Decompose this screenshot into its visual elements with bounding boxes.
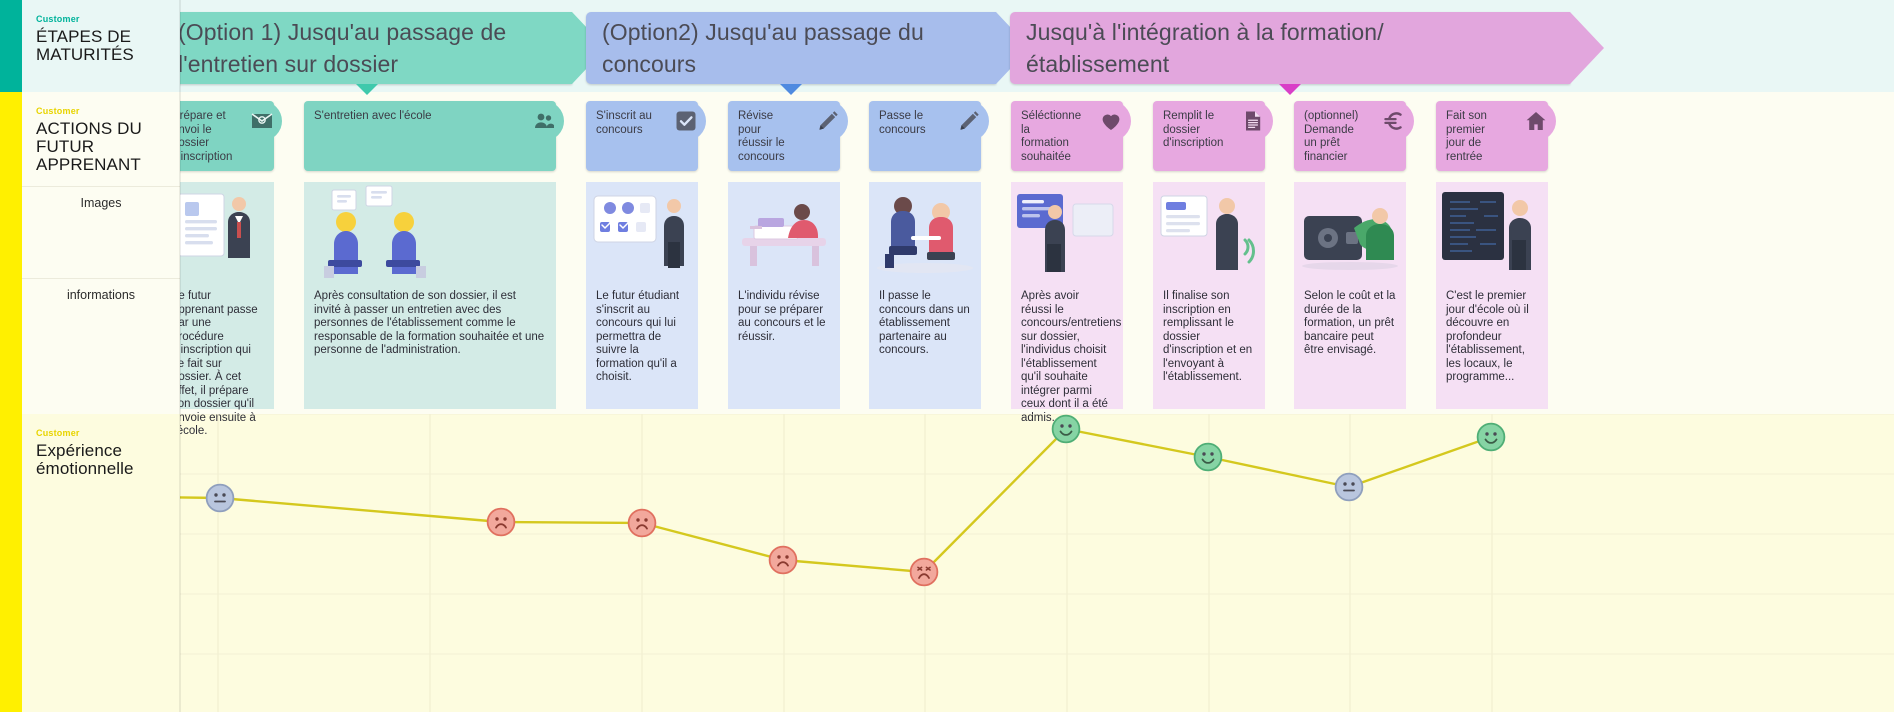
lane-body: Customer ÉTAPES DE MATURITÉS [22, 0, 180, 92]
emotion-point-4-sad[interactable] [768, 545, 798, 575]
info-block-7[interactable]: Il finalise son inscription en remplissa… [1153, 278, 1265, 409]
sidebar-divider [22, 278, 180, 279]
action-card-label: Séléctionne la formation souhaitée [1021, 110, 1082, 163]
emotion-curve-svg [148, 413, 1894, 712]
emotion-point-8-neutral[interactable] [1334, 472, 1364, 502]
info-text: Selon le coût et la durée de la formatio… [1304, 290, 1396, 356]
email-icon[interactable] [242, 101, 282, 141]
action-card-label: (optionnel) Demande un prêt financier [1304, 110, 1359, 163]
info-block-2[interactable]: Après consultation de son dossier, il es… [304, 278, 556, 409]
action-card-label: Remplit le dossier d'inscription [1163, 110, 1224, 149]
info-text: Il finalise son inscription en remplissa… [1163, 290, 1253, 383]
emotion-point-6-happy[interactable] [1051, 414, 1081, 444]
emotion-point-5-very-sad[interactable] [909, 557, 939, 587]
action-card-label: S'entretien avec l'école [314, 110, 432, 122]
journey-map-board: (Option 1) Jusqu'au passage de l'entreti… [0, 0, 1894, 712]
illustration-bank-loan[interactable] [1294, 182, 1406, 278]
document-icon[interactable] [1233, 101, 1273, 141]
pencil-icon[interactable] [949, 101, 989, 141]
info-block-6[interactable]: Après avoir réussi le concours/entretien… [1011, 278, 1123, 424]
info-block-3[interactable]: Le futur étudiant s'inscrit au concours … [586, 278, 698, 409]
illustration-interview[interactable] [304, 182, 556, 278]
illustration-exam[interactable] [869, 182, 981, 278]
stage-label: Jusqu'à l'intégration à la formation/éta… [1026, 19, 1384, 77]
action-card-4[interactable]: Révise pour réussir le concours [728, 101, 848, 171]
info-text: C'est le premier jour d'école où il déco… [1446, 290, 1529, 383]
stage-banner-3[interactable]: Jusqu'à l'intégration à la formation/éta… [1010, 12, 1604, 84]
emotion-point-1-neutral[interactable] [205, 483, 235, 513]
action-card-2[interactable]: S'entretien avec l'école [304, 101, 564, 171]
action-card-label: Passe le concours [879, 110, 926, 136]
info-text: Après avoir réussi le concours/entretien… [1021, 290, 1122, 424]
lane-label-emotions[interactable]: Customer Expérience émotionnelle [0, 414, 180, 712]
lane-kicker: Customer [36, 428, 80, 438]
info-text: L'individu révise pour se préparer au co… [738, 290, 826, 343]
illustration-choose-program[interactable] [1011, 182, 1123, 278]
stage-banner-1[interactable]: (Option 1) Jusqu'au passage de l'entreti… [162, 12, 606, 84]
lane-accent-bar [0, 92, 22, 414]
lane-title: ÉTAPES DE MATURITÉS [36, 27, 134, 64]
lane-accent-bar [0, 0, 22, 92]
lane-accent-bar [0, 414, 22, 712]
emotion-curve-chart [148, 413, 1894, 712]
action-card-8[interactable]: (optionnel) Demande un prêt financier [1294, 101, 1414, 171]
lane-title: ACTIONS DU FUTUR APPRENANT [36, 119, 142, 174]
stage-banner-2[interactable]: (Option2) Jusqu'au passage du concours [586, 12, 1030, 84]
stage-label: (Option 1) Jusqu'au passage de l'entreti… [178, 19, 507, 77]
lane-body: Customer ACTIONS DU FUTUR APPRENANT [22, 92, 180, 414]
emotion-point-7-happy[interactable] [1193, 442, 1223, 472]
stage-caret-2 [780, 84, 802, 95]
action-card-9[interactable]: Fait son premier jour de rentrée [1436, 101, 1556, 171]
row-label-images: Images [80, 196, 122, 210]
lane-label-maturity[interactable]: Customer ÉTAPES DE MATURITÉS [0, 0, 180, 92]
checkbox-icon[interactable] [666, 101, 706, 141]
sidebar-separator [179, 0, 181, 712]
action-card-6[interactable]: Séléctionne la formation souhaitée [1011, 101, 1131, 171]
illustration-online-registration[interactable] [586, 182, 698, 278]
stage-label: (Option2) Jusqu'au passage du concours [602, 19, 924, 77]
info-block-5[interactable]: Il passe le concours dans un établisseme… [869, 278, 981, 409]
emotion-point-2-sad[interactable] [486, 507, 516, 537]
illustration-form-filling[interactable] [1153, 182, 1265, 278]
lane-label-actions[interactable]: Customer ACTIONS DU FUTUR APPRENANT [0, 92, 180, 414]
info-block-9[interactable]: C'est le premier jour d'école où il déco… [1436, 278, 1548, 409]
stage-caret-1 [356, 84, 378, 95]
stage-caret-3 [1279, 84, 1301, 95]
lane-kicker: Customer [36, 14, 80, 24]
illustration-first-day[interactable] [1436, 182, 1548, 278]
action-card-7[interactable]: Remplit le dossier d'inscription [1153, 101, 1273, 171]
illustration-studying[interactable] [728, 182, 840, 278]
info-block-4[interactable]: L'individu révise pour se préparer au co… [728, 278, 840, 409]
info-block-8[interactable]: Selon le coût et la durée de la formatio… [1294, 278, 1406, 409]
home-icon[interactable] [1516, 101, 1556, 141]
info-text: Il passe le concours dans un établisseme… [879, 290, 970, 356]
euro-icon[interactable] [1374, 101, 1414, 141]
info-text: Après consultation de son dossier, il es… [314, 290, 545, 356]
action-card-label: Fait son premier jour de rentrée [1446, 110, 1487, 163]
action-card-label: Révise pour réussir le concours [738, 110, 785, 163]
info-text: Le futur étudiant s'inscrit au concours … [596, 290, 680, 383]
action-card-3[interactable]: S'inscrit au concours [586, 101, 706, 171]
action-card-5[interactable]: Passe le concours [869, 101, 989, 171]
heart-icon[interactable] [1091, 101, 1131, 141]
lane-title: Expérience émotionnelle [36, 441, 134, 478]
pencil-icon[interactable] [808, 101, 848, 141]
lane-kicker: Customer [36, 106, 80, 116]
emotion-point-3-sad[interactable] [627, 508, 657, 538]
emotion-point-9-happy[interactable] [1476, 422, 1506, 452]
sidebar-divider [22, 186, 180, 187]
lane-body: Customer Expérience émotionnelle [22, 414, 180, 712]
row-label-informations: informations [66, 288, 136, 302]
action-card-label: S'inscrit au concours [596, 110, 652, 136]
people-icon[interactable] [524, 101, 564, 141]
